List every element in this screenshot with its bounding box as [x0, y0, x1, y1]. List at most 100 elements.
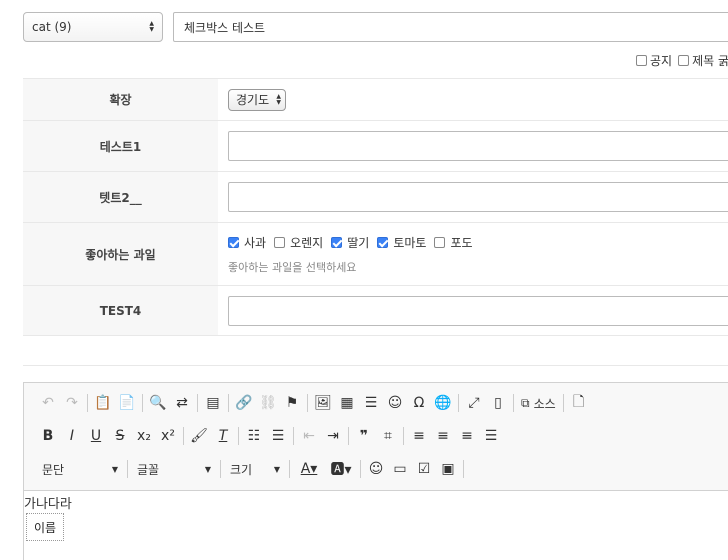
chevron-down-icon: ▼	[111, 464, 118, 474]
image-icon[interactable]: 🖼	[311, 391, 335, 415]
test2-input[interactable]	[228, 182, 728, 212]
field-row-fruits: 좋아하는 과일 사과 오렌지 딸기 토마토 포도 좋아하는 과일을 선택하세요	[23, 223, 728, 286]
outdent-icon[interactable]: ⇤	[297, 424, 321, 448]
fruit-label: 오렌지	[290, 235, 324, 250]
fruit-label: 토마토	[393, 235, 427, 250]
horizontal-line-icon[interactable]: ☰	[359, 391, 383, 415]
toolbar-separator	[183, 427, 184, 445]
italic-icon[interactable]: I	[60, 424, 84, 448]
title-input[interactable]: 체크박스 테스트	[173, 12, 728, 42]
toolbar-row-2: B I U S x₂ x² 🖌 T ☷ ☰ ⇤ ⇥ ❞ ⌗ ≡ ≡ ≡ ☰	[36, 424, 503, 448]
fruit-option-tomato[interactable]: 토마토	[377, 234, 426, 251]
unlink-icon[interactable]: ⛓	[256, 391, 280, 415]
region-select[interactable]: 경기도 ▲ ▼	[228, 88, 286, 111]
source-icon: ⧉	[521, 395, 530, 410]
bulleted-list-icon[interactable]: ☰	[266, 424, 290, 448]
toolbar-separator	[307, 394, 308, 412]
fruit-help-text: 좋아하는 과일을 선택하세요	[228, 260, 357, 274]
fruit-option-strawberry[interactable]: 딸기	[331, 234, 369, 251]
select-all-icon[interactable]: ▤	[201, 391, 225, 415]
remove-format-icon[interactable]: T	[211, 424, 235, 448]
option-notice[interactable]: 공지	[636, 52, 672, 69]
toolbar-separator	[289, 460, 290, 478]
text-color-icon[interactable]: A▾	[293, 457, 325, 481]
paste-text-icon[interactable]: 📄	[115, 391, 139, 415]
strawberry-checkbox[interactable]	[331, 236, 343, 248]
format-combo[interactable]: 문단 ▼	[36, 457, 124, 481]
undo-icon[interactable]: ↶	[36, 391, 60, 415]
copy-format-brush-icon[interactable]: 🖌	[187, 424, 211, 448]
toolbar-separator	[220, 460, 221, 478]
redo-icon[interactable]: ↷	[60, 391, 84, 415]
editor-content-text[interactable]: 가나다라	[24, 493, 72, 512]
notice-checkbox[interactable]	[636, 55, 647, 66]
emoji-icon[interactable]: ☺	[364, 457, 388, 481]
indent-icon[interactable]: ⇥	[321, 424, 345, 448]
apple-checkbox[interactable]	[228, 236, 239, 248]
field-label: 테스트1	[23, 121, 218, 171]
align-center-icon[interactable]: ≡	[431, 424, 455, 448]
editor-name-box[interactable]: 이름	[26, 513, 64, 541]
title-input-value: 체크박스 테스트	[184, 20, 266, 35]
create-div-icon[interactable]: ⌗	[376, 424, 400, 448]
size-combo[interactable]: 크기 ▼	[224, 457, 286, 481]
size-combo-value: 크기	[230, 462, 253, 477]
toolbar-separator	[348, 427, 349, 445]
fruit-label: 딸기	[347, 235, 370, 250]
fruit-checkbox-group: 사과 오렌지 딸기 토마토 포도	[228, 234, 728, 251]
chevron-down-icon: ▼	[204, 464, 211, 474]
align-right-icon[interactable]: ≡	[455, 424, 479, 448]
tomato-checkbox[interactable]	[377, 236, 389, 248]
underline-icon[interactable]: U	[84, 424, 108, 448]
category-select[interactable]: cat (9) ▲ ▼	[23, 12, 163, 42]
select-updown-icon: ▲ ▼	[149, 20, 154, 33]
show-blocks-icon[interactable]: ▯	[486, 391, 510, 415]
link-icon[interactable]: 🔗	[232, 391, 256, 415]
region-select-value: 경기도	[236, 93, 270, 107]
table-icon[interactable]: ▦	[335, 391, 359, 415]
fruit-option-orange[interactable]: 오렌지	[274, 234, 323, 251]
superscript-icon[interactable]: x²	[156, 424, 180, 448]
field-label: 좋아하는 과일	[23, 223, 218, 285]
iframe-globe-icon[interactable]: 🌐	[431, 391, 455, 415]
toolbar-separator	[127, 460, 128, 478]
orange-checkbox[interactable]	[274, 236, 286, 248]
fruit-label: 사과	[244, 235, 267, 250]
image-insert-icon[interactable]: ▭	[388, 457, 412, 481]
toolbar-row-3: 문단 ▼ 글꼴 ▼ 크기 ▼ A▾ 🅰▾ ☺ ▭ ☑ ▣	[36, 457, 467, 481]
anchor-flag-icon[interactable]: ⚑	[280, 391, 304, 415]
paste-icon[interactable]: 📋	[91, 391, 115, 415]
toolbar-separator	[360, 460, 361, 478]
toolbar-row-1: ↶ ↷ 📋 📄 🔍 ⇄ ▤ 🔗 ⛓ ⚑ 🖼 ▦ ☰ ☺ Ω 🌐 ⤢ ▯ ⧉ 소스…	[36, 391, 591, 415]
fruit-label: 포도	[450, 235, 473, 250]
subscript-icon[interactable]: x₂	[132, 424, 156, 448]
checkbox-insert-icon[interactable]: ☑	[412, 457, 436, 481]
strikethrough-icon[interactable]: S	[108, 424, 132, 448]
category-select-value: cat (9)	[32, 20, 72, 34]
fruit-option-apple[interactable]: 사과	[228, 234, 266, 251]
bold-icon[interactable]: B	[36, 424, 60, 448]
source-button[interactable]: ⧉ 소스	[517, 391, 560, 415]
align-left-icon[interactable]: ≡	[407, 424, 431, 448]
special-char-icon[interactable]: Ω	[407, 391, 431, 415]
bg-color-icon[interactable]: 🅰▾	[325, 457, 357, 481]
new-page-icon[interactable]: 🗋	[567, 391, 591, 415]
format-combo-value: 문단	[42, 462, 65, 477]
field-label: 확장	[23, 79, 218, 120]
test4-input[interactable]	[228, 295, 728, 326]
gallery-icon[interactable]: ▣	[436, 457, 460, 481]
fruit-option-grape[interactable]: 포도	[434, 234, 473, 251]
font-combo[interactable]: 글꼴 ▼	[131, 457, 217, 481]
numbered-list-icon[interactable]: ☷	[242, 424, 266, 448]
maximize-icon[interactable]: ⤢	[462, 391, 486, 415]
align-justify-icon[interactable]: ☰	[479, 424, 503, 448]
replace-icon[interactable]: ⇄	[170, 391, 194, 415]
find-icon[interactable]: 🔍	[146, 391, 170, 415]
option-bold-title[interactable]: 제목 굵	[678, 52, 728, 69]
grape-checkbox[interactable]	[434, 236, 446, 248]
smiley-icon[interactable]: ☺	[383, 391, 407, 415]
toolbar-separator	[87, 394, 88, 412]
bold-title-checkbox[interactable]	[678, 55, 690, 66]
test1-input[interactable]	[228, 131, 728, 161]
blockquote-icon[interactable]: ❞	[352, 424, 376, 448]
